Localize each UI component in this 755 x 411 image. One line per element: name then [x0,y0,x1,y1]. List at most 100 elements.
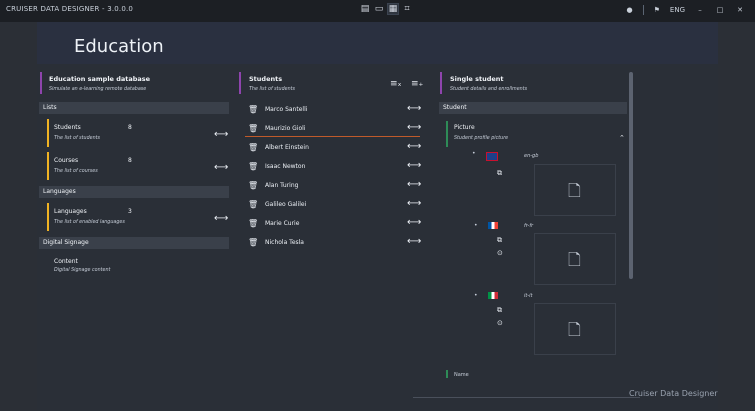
selected-row-indicator [245,136,420,137]
list-item-students[interactable]: Students 8 The list of students ⟷ [47,119,228,147]
comment-icon[interactable]: ▭ [374,4,384,14]
upload-icon[interactable]: ⧉ [497,169,502,178]
open-arrow-icon[interactable]: ⟷ [407,217,421,228]
language-label[interactable]: ENG [670,6,685,14]
title-bar: CRUISER DATA DESIGNER - 3.0.0.0 ▤ ▭ ▦ ⌗ … [0,0,755,22]
student-name: Galileo Galilei [265,201,307,208]
item-label: Students [54,124,81,131]
single-subtitle: Student details and enrollments [450,87,528,92]
monitor-icon[interactable]: ▤ [360,4,370,14]
france-flag-icon [488,222,498,229]
item-subtitle: The list of courses [54,169,98,174]
database-title: Education sample database [49,75,151,83]
item-subtitle: The list of students [54,136,101,141]
student-row-2[interactable]: 🗑 Albert Einstein ⟷ [237,139,427,157]
collapse-icon[interactable]: ⌃ [619,134,625,142]
add-row-icon[interactable]: ≡₊ [411,79,423,89]
bullet-icon: • [474,292,478,299]
trash-icon[interactable]: 🗑 [248,200,258,209]
list-item-courses[interactable]: Courses 8 The list of courses ⟷ [47,152,228,180]
uk-flag-icon [486,152,498,161]
file-placeholder-icon: 🗋 [568,320,581,339]
open-arrow-icon[interactable]: ⟷ [407,236,421,247]
trash-icon[interactable]: 🗑 [248,238,258,247]
student-row-4[interactable]: 🗑 Alan Turing ⟷ [237,177,427,195]
section-signage: Digital Signage [39,237,229,249]
image-placeholder[interactable]: 🗋 [534,233,616,285]
user-icon[interactable]: ● [627,6,633,14]
student-name: Albert Einstein [265,144,309,151]
student-row-3[interactable]: 🗑 Isaac Newton ⟷ [237,158,427,176]
item-count: 3 [128,208,132,215]
student-row-7[interactable]: 🗑 Nichola Tesla ⟷ [237,234,427,252]
close-button[interactable]: ✕ [735,6,745,14]
trash-icon[interactable]: 🗑 [248,162,258,171]
main-area: Education Education sample database Simu… [37,22,718,411]
open-arrow-icon[interactable]: ⟷ [407,160,421,171]
item-accent [47,203,49,231]
item-label: Languages [54,208,87,215]
student-name: Maurizio Gioli [265,125,306,132]
trash-icon[interactable]: 🗑 [248,219,258,228]
section-languages: Languages [39,186,229,198]
single-title: Single student [450,75,504,83]
picture-subtitle: Student profile picture [454,136,509,141]
maximize-button[interactable]: □ [715,6,725,14]
open-arrow-icon[interactable]: ⟷ [214,129,228,140]
delete-icon[interactable]: ⊙ [497,249,503,257]
lang-label: it-it [524,293,533,299]
trash-icon[interactable]: 🗑 [248,124,258,133]
trash-icon[interactable]: 🗑 [248,143,258,152]
database-accent [40,72,42,94]
list-item-languages[interactable]: Languages 3 The list of enabled language… [47,203,228,231]
image-placeholder[interactable]: 🗋 [534,303,616,355]
upload-icon[interactable]: ⧉ [497,306,502,315]
bullet-icon: • [472,150,476,157]
section-lists: Lists [39,102,229,114]
section-student: Student [439,102,627,114]
next-field-label: Name [454,372,469,378]
file-placeholder-icon: 🗋 [568,250,581,269]
open-arrow-icon[interactable]: ⟷ [407,122,421,133]
student-name: Alan Turing [265,182,299,189]
footer-brand: Cruiser Data Designer [629,389,718,398]
delete-icon[interactable]: ⊙ [497,319,503,327]
image-placeholder[interactable]: 🗋 [534,164,616,216]
italy-flag-icon [488,292,498,299]
minimize-button[interactable]: – [695,6,705,14]
open-arrow-icon[interactable]: ⟷ [407,103,421,114]
trash-icon[interactable]: 🗑 [248,105,258,114]
window-title: CRUISER DATA DESIGNER - 3.0.0.0 [6,5,134,13]
window-controls: ● ⚑ ENG – □ ✕ [627,5,745,15]
list-item-signage[interactable]: Content Digital Signage content [47,253,217,281]
lang-label: en-gb [524,153,539,159]
item-subtitle: The list of enabled languages [54,220,125,225]
clear-filter-icon[interactable]: ≡ₓ [390,79,402,89]
upload-icon[interactable]: ⧉ [497,236,502,245]
grid-icon[interactable]: ▦ [387,3,399,15]
open-arrow-icon[interactable]: ⟷ [407,198,421,209]
network-icon[interactable]: ⌗ [402,4,412,14]
file-placeholder-icon: 🗋 [568,181,581,200]
student-name: Marie Curie [265,220,300,227]
view-switcher: ▤ ▭ ▦ ⌗ [360,3,412,15]
picture-label: Picture [454,124,475,131]
student-row-0[interactable]: 🗑 Marco Santelli ⟷ [237,101,427,119]
open-arrow-icon[interactable]: ⟷ [407,179,421,190]
item-count: 8 [128,157,132,164]
trash-icon[interactable]: 🗑 [248,181,258,190]
item-label: Content [54,258,78,265]
student-row-5[interactable]: 🗑 Galileo Galilei ⟷ [237,196,427,214]
bullet-icon: • [474,222,478,229]
student-row-6[interactable]: 🗑 Marie Curie ⟷ [237,215,427,233]
open-arrow-icon[interactable]: ⟷ [214,162,228,173]
student-name: Isaac Newton [265,163,306,170]
vertical-scrollbar[interactable] [629,72,633,279]
open-arrow-icon[interactable]: ⟷ [407,141,421,152]
flag-icon[interactable]: ⚑ [654,6,660,14]
open-arrow-icon[interactable]: ⟷ [214,213,228,224]
student-name: Marco Santelli [265,106,308,113]
item-accent [47,119,49,147]
page-header: Education [37,22,718,64]
students-accent [239,72,241,94]
